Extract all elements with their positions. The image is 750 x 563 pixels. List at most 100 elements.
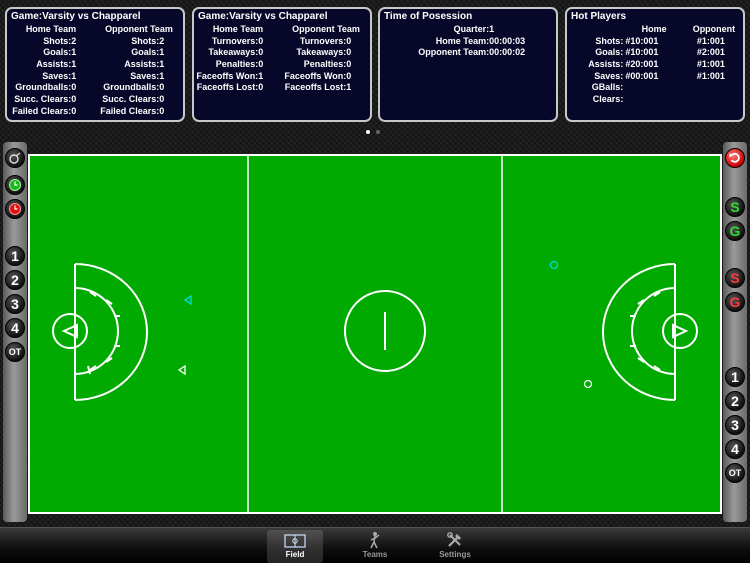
stat-label: Turnovers: [299, 35, 347, 46]
home-player [623, 94, 685, 106]
quarter-2-button[interactable]: 2 [725, 391, 745, 411]
whistle-icon[interactable] [5, 148, 25, 168]
opponent-header: Opponent Team [105, 24, 173, 34]
stat-label: Quarter: [453, 24, 490, 34]
stat-label: Assists: [588, 59, 624, 70]
stat-value: 0 [258, 58, 264, 69]
opponent-player: #1:001 [696, 35, 725, 46]
stat-label: Goals: [43, 47, 72, 58]
hot-player-row: GBalls: [567, 82, 743, 94]
tab-label: Teams [362, 550, 388, 559]
stat-row: Succ. Clears: 0 [7, 94, 95, 106]
stat-row: Takeaways: 0 [282, 47, 370, 59]
stat-row: Faceoffs Won: 0 [282, 71, 370, 83]
overtime-button[interactable]: OT [5, 342, 25, 362]
quarter-4-button[interactable]: 4 [725, 439, 745, 459]
stat-row: Takeaways: 0 [194, 47, 282, 59]
green-clock-icon[interactable] [5, 175, 25, 195]
stat-label: Saves: [42, 70, 72, 81]
stat-row: Assists: 1 [95, 59, 183, 71]
stat-label: Takeaways: [296, 47, 347, 58]
stat-value: 2 [159, 35, 165, 46]
stat-row: Turnovers: 0 [282, 36, 370, 48]
stat-value: 0 [346, 70, 352, 81]
stat-value: 0 [346, 58, 352, 69]
tab-teams[interactable]: Teams [347, 530, 403, 563]
hot-players-panel: Hot Players Home Opponent Shots: #10:001 #1… [565, 7, 745, 122]
stat-label: Failed Clears: [12, 105, 72, 116]
stat-value: 0 [71, 105, 77, 116]
stat-row: Home Team: 00:00:03 [380, 36, 556, 48]
page-dot[interactable] [376, 130, 380, 134]
opponent-goal-button[interactable]: G [725, 292, 745, 312]
hot-player-row: Assists: #20:001 #1:001 [567, 59, 743, 71]
right-control-rail: S G S G 1 2 3 4 OT [723, 142, 747, 522]
stat-value: 0 [258, 47, 264, 58]
stat-value: 00:00:03 [489, 35, 526, 46]
stat-value: 1 [346, 82, 352, 93]
opponent-shot-button[interactable]: S [725, 268, 745, 288]
stat-row: Penalties: 0 [282, 59, 370, 71]
quarter-3-button[interactable]: 3 [5, 294, 25, 314]
stat-row: Groundballs: 0 [7, 82, 95, 94]
stat-value: 1 [159, 47, 165, 58]
panel-title: Time of Posession [384, 11, 473, 22]
player-icon [347, 530, 403, 550]
tab-label: Field [285, 550, 305, 559]
stat-label: Turnovers: [211, 35, 259, 46]
tab-label: Settings [439, 550, 471, 559]
stat-value: 0 [159, 105, 165, 116]
stat-value: 0 [71, 93, 77, 104]
stat-row: Failed Clears: 0 [7, 106, 95, 118]
stat-label: Succ. Clears: [14, 93, 72, 104]
stat-label: Takeaways: [208, 47, 259, 58]
stat-label: Goals: [595, 47, 624, 58]
quarter-4-button[interactable]: 4 [5, 318, 25, 338]
stat-label: Succ. Clears: [102, 93, 160, 104]
tab-settings[interactable]: Settings [427, 530, 483, 563]
game-stats-panel-2: Game:Varsity vs Chapparel Home Team Turn… [192, 7, 372, 122]
stat-label: Penalties: [215, 58, 259, 69]
home-shot-button[interactable]: S [725, 197, 745, 217]
stat-label: Saves: [130, 70, 160, 81]
stat-value: 0 [159, 82, 165, 93]
stat-value: 1 [71, 70, 77, 81]
stat-row: Goals: 1 [7, 47, 95, 59]
stat-value: 1 [159, 58, 165, 69]
stat-value: 1 [258, 70, 264, 81]
undo-icon[interactable] [725, 148, 745, 168]
stat-value: 1 [71, 47, 77, 58]
panel-title: Game:Varsity vs Chapparel [11, 11, 141, 22]
stat-value: 0 [71, 82, 77, 93]
opponent-player: #2:001 [696, 47, 725, 58]
lacrosse-field[interactable] [30, 156, 720, 512]
home-header: Home Team [25, 24, 77, 34]
stat-value: 00:00:02 [489, 47, 526, 58]
stat-label: Penalties: [303, 58, 347, 69]
quarter-1-button[interactable]: 1 [725, 367, 745, 387]
stat-value: 0 [258, 82, 264, 93]
stat-label: Opponent Team: [418, 47, 490, 58]
overtime-button[interactable]: OT [725, 463, 745, 483]
quarter-1-button[interactable]: 1 [5, 246, 25, 266]
opponent-player: #1:001 [696, 59, 725, 70]
page-indicator[interactable] [366, 130, 380, 134]
stat-value: 0 [346, 47, 352, 58]
game-stats-panel-1: Game:Varsity vs Chapparel Home Team Shot… [5, 7, 185, 122]
quarter-3-button[interactable]: 3 [725, 415, 745, 435]
stat-row: Groundballs: 0 [95, 82, 183, 94]
opponent-player [685, 82, 743, 94]
opponent-header: Opponent [692, 24, 736, 34]
possession-panel: Time of Posession Quarter: 1 Home Team: 00… [378, 7, 558, 122]
stat-row: Turnovers: 0 [194, 36, 282, 48]
home-goal-button[interactable]: G [725, 221, 745, 241]
red-clock-icon[interactable] [5, 199, 25, 219]
opponent-player [685, 94, 743, 106]
page-dot[interactable] [366, 130, 370, 134]
panel-title: Hot Players [571, 11, 627, 22]
stat-row: Faceoffs Lost: 1 [282, 82, 370, 94]
stat-value: 1 [159, 70, 165, 81]
stat-label: GBalls: [591, 82, 624, 93]
quarter-2-button[interactable]: 2 [5, 270, 25, 290]
tab-field[interactable]: Field [267, 530, 323, 563]
